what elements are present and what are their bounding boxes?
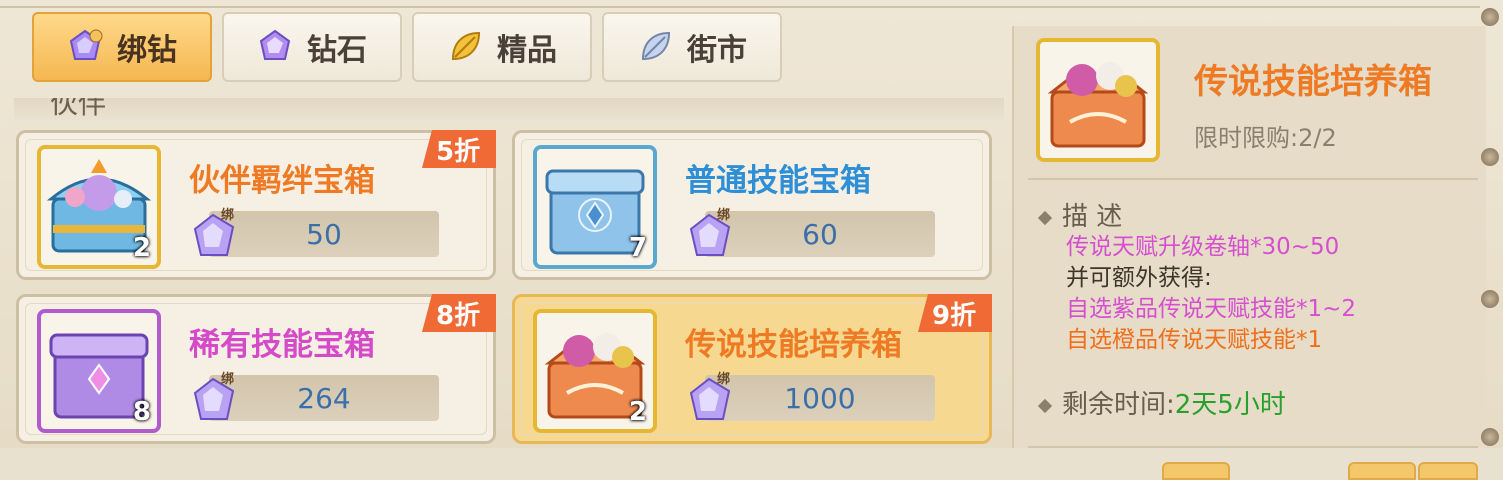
bound-diamond-icon: 绑 bbox=[689, 371, 731, 420]
rivet-icon bbox=[1481, 290, 1499, 308]
bound-diamond-icon: 绑 bbox=[193, 207, 235, 256]
discount-badge-text: 9折 bbox=[918, 294, 992, 332]
currency-tag: 绑 bbox=[717, 371, 730, 387]
rivet-icon bbox=[1481, 148, 1499, 166]
description-line: 传说天赋升级卷轴*30~50 bbox=[1066, 234, 1340, 260]
description-line: 自选紫品传说天赋技能*1~2 bbox=[1066, 296, 1357, 322]
item-thumbnail: 2 bbox=[533, 309, 657, 433]
item-price: 264 bbox=[297, 382, 351, 415]
tab-diamond[interactable]: 钻石 bbox=[222, 12, 402, 82]
bound-diamond-icon: 绑 bbox=[689, 207, 731, 256]
currency-tag: 绑 bbox=[717, 207, 730, 223]
item-count: 2 bbox=[132, 233, 151, 263]
price-bar: 50 bbox=[209, 211, 439, 257]
top-border bbox=[0, 0, 1480, 8]
discount-badge-text: 5折 bbox=[422, 130, 496, 168]
bound-diamond-icon: 绑 bbox=[193, 371, 235, 420]
tab-label: 精品 bbox=[497, 33, 557, 68]
remaining-value: 2天5小时 bbox=[1174, 390, 1286, 420]
item-thumbnail: 7 bbox=[533, 145, 657, 269]
remaining-label: 剩余时间: bbox=[1062, 390, 1175, 420]
currency-tag: 绑 bbox=[221, 207, 234, 223]
detail-thumbnail bbox=[1036, 38, 1160, 162]
shop-panel: 绑钻 钻石 精品 街市 伙伴 2 伙伴羁绊宝箱 50 绑 5折 7 普通技能宝箱… bbox=[0, 0, 1503, 480]
item-detail-panel: 传说技能培养箱 限时限购:2/2 描 述 传说天赋升级卷轴*30~50 并可额外… bbox=[1012, 26, 1486, 480]
currency-tabs: 绑钻 钻石 精品 街市 bbox=[32, 12, 782, 82]
item-name: 伙伴羁绊宝箱 bbox=[189, 163, 375, 199]
discount-badge-text: 8折 bbox=[422, 294, 496, 332]
tab-market[interactable]: 街市 bbox=[602, 12, 782, 82]
gold-leaf-icon bbox=[451, 31, 481, 61]
tab-label: 钻石 bbox=[307, 33, 367, 68]
detail-title: 传说技能培养箱 bbox=[1194, 62, 1432, 102]
price-bar: 1000 bbox=[705, 375, 935, 421]
section-header: 伙伴 bbox=[14, 98, 1004, 122]
tab-label: 街市 bbox=[687, 33, 747, 68]
quantity-max-button[interactable] bbox=[1418, 462, 1478, 480]
item-name: 稀有技能宝箱 bbox=[189, 327, 375, 363]
shop-item-legendary-skill-box[interactable]: 2 传说技能培养箱 1000 绑 9折 bbox=[512, 294, 992, 444]
price-bar: 264 bbox=[209, 375, 439, 421]
currency-tag: 绑 bbox=[221, 371, 234, 387]
rivet-icon bbox=[1481, 428, 1499, 446]
item-count: 7 bbox=[628, 233, 647, 263]
description-line: 并可额外获得: bbox=[1066, 265, 1212, 291]
description-header: 描 述 bbox=[1037, 196, 1123, 233]
item-thumbnail: 2 bbox=[37, 145, 161, 269]
legendary-chest-icon bbox=[1047, 62, 1149, 148]
shop-item-rare-skill-chest[interactable]: 8 稀有技能宝箱 264 绑 8折 bbox=[16, 294, 496, 444]
bullet-diamond-icon bbox=[1037, 210, 1053, 225]
description-title: 描 述 bbox=[1062, 202, 1123, 232]
divider bbox=[1028, 178, 1478, 180]
description-line: 自选橙品传说天赋技能*1 bbox=[1066, 327, 1323, 353]
bound-diamond-icon bbox=[69, 29, 103, 60]
section-label: 伙伴 bbox=[50, 98, 107, 120]
tab-label: 绑钻 bbox=[117, 33, 177, 68]
item-count: 2 bbox=[628, 397, 647, 427]
description-body: 传说天赋升级卷轴*30~50 并可额外获得: 自选紫品传说天赋技能*1~2 自选… bbox=[1066, 232, 1466, 368]
discount-label: 8折 bbox=[436, 301, 481, 331]
item-count: 8 bbox=[132, 397, 151, 427]
item-name: 传说技能培养箱 bbox=[685, 327, 902, 363]
rivet-icon bbox=[1481, 8, 1499, 26]
tab-bound-diamond[interactable]: 绑钻 bbox=[32, 12, 212, 82]
shop-item-partner-bond-chest[interactable]: 2 伙伴羁绊宝箱 50 绑 5折 bbox=[16, 130, 496, 280]
discount-label: 9折 bbox=[932, 301, 977, 331]
item-price: 1000 bbox=[784, 382, 856, 415]
item-name: 普通技能宝箱 bbox=[685, 163, 871, 199]
discount-label: 5折 bbox=[436, 137, 481, 167]
quantity-minus-button[interactable] bbox=[1162, 462, 1230, 480]
silver-leaf-icon bbox=[641, 31, 671, 61]
item-thumbnail: 8 bbox=[37, 309, 161, 433]
price-bar: 60 bbox=[705, 211, 935, 257]
quantity-plus-button[interactable] bbox=[1348, 462, 1416, 480]
remaining-time: 剩余时间:2天5小时 bbox=[1037, 384, 1286, 421]
diamond-icon bbox=[259, 29, 291, 60]
tab-premium[interactable]: 精品 bbox=[412, 12, 592, 82]
bullet-diamond-icon bbox=[1037, 398, 1053, 413]
item-price: 50 bbox=[306, 218, 342, 251]
purchase-limit: 限时限购:2/2 bbox=[1194, 124, 1337, 152]
item-price: 60 bbox=[802, 218, 838, 251]
shop-item-normal-skill-chest[interactable]: 7 普通技能宝箱 60 绑 bbox=[512, 130, 992, 280]
